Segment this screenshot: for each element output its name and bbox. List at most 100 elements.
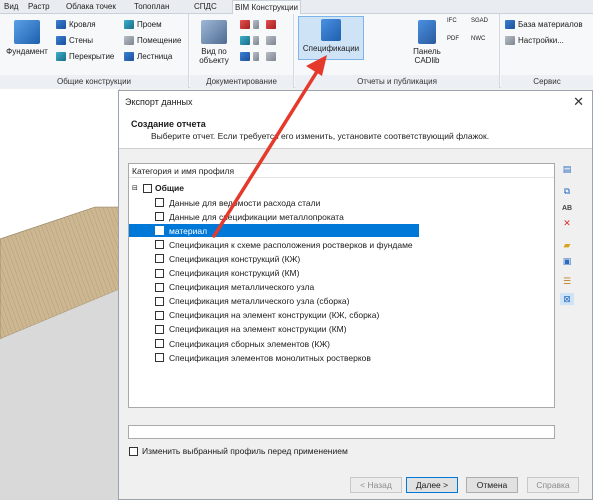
tab-raster[interactable]: Растр	[26, 0, 52, 14]
opening-button[interactable]: Проем	[124, 20, 162, 29]
item-checkbox[interactable]	[155, 324, 164, 334]
item-checkbox[interactable]	[155, 296, 164, 306]
column-header: Категория и имя профиля	[129, 164, 554, 178]
tab-view[interactable]: Вид	[2, 0, 20, 14]
edit-profile-option[interactable]: Изменить выбранный профиль перед примене…	[129, 446, 348, 456]
save-icon[interactable]: ▣	[560, 255, 574, 267]
stair-icon	[124, 52, 134, 61]
dialog-header-title: Создание отчета	[131, 119, 206, 129]
cancel-button[interactable]: Отмена	[466, 477, 518, 493]
item-checkbox[interactable]	[155, 226, 164, 236]
back-button[interactable]: < Назад	[350, 477, 402, 493]
settings-button[interactable]: Настройки...	[505, 36, 564, 45]
group-label-documentation: Документирование	[190, 75, 293, 88]
root-checkbox[interactable]	[143, 183, 152, 193]
tree-root-general[interactable]: ⊟ Общие	[132, 182, 184, 194]
tree-item[interactable]: Спецификация конструкций (КЖ)	[129, 252, 419, 265]
item-checkbox[interactable]	[155, 310, 164, 320]
dialog-title: Экспорт данных	[125, 97, 193, 107]
doc-tool-3[interactable]	[240, 52, 259, 61]
walls-button[interactable]: Стены	[56, 36, 93, 45]
specifications-button[interactable]: Спецификации	[298, 16, 364, 60]
leader-icon	[266, 20, 276, 29]
export-pdf-button[interactable]: PDF	[447, 36, 459, 42]
cadlib-panel-button[interactable]: Панель CADlib	[407, 20, 447, 65]
doc-tool-2[interactable]	[240, 36, 259, 45]
tab-bim-constructions[interactable]: BIM Конструкции	[232, 0, 302, 15]
export-nwc-button[interactable]: NWC	[471, 36, 485, 42]
ribbon-tab-bar: Вид Растр Облака точек Топоплан СПДС BIM…	[0, 0, 593, 15]
item-checkbox[interactable]	[155, 212, 164, 222]
help-button[interactable]: Справка	[527, 477, 579, 493]
export-sgad-button[interactable]: SGAD	[471, 18, 488, 24]
profile-description-field[interactable]	[128, 425, 555, 439]
item-checkbox[interactable]	[155, 353, 164, 363]
slabs-button[interactable]: Перекрытие	[56, 52, 114, 61]
item-checkbox[interactable]	[155, 339, 164, 348]
item-label: Спецификация конструкций (КЖ)	[169, 253, 301, 264]
room-button[interactable]: Помещение	[124, 36, 181, 45]
export-ifc-button[interactable]: IFC	[447, 18, 457, 24]
foundation-button[interactable]: Фундамент	[4, 20, 50, 56]
open-folder-icon[interactable]: ▰	[560, 239, 574, 251]
item-checkbox[interactable]	[155, 282, 164, 292]
materials-base-button[interactable]: База материалов	[505, 20, 583, 29]
stair-button[interactable]: Лестница	[124, 52, 172, 61]
item-label: Данные для спецификации металлопроката	[169, 211, 344, 222]
item-checkbox[interactable]	[155, 268, 164, 278]
model-viewport[interactable]	[0, 89, 121, 500]
tree-item[interactable]: материал	[129, 224, 419, 238]
item-checkbox[interactable]	[155, 254, 164, 264]
export-profile-icon[interactable]: ⊠	[560, 293, 574, 305]
next-button[interactable]: Далее >	[406, 477, 458, 493]
doc-tool-5[interactable]	[266, 36, 276, 45]
tab-topoplan[interactable]: Топоплан	[132, 0, 171, 14]
specifications-icon	[321, 19, 341, 41]
dropdown-icon	[253, 36, 259, 45]
tree-item[interactable]: Спецификация металлического узла	[129, 281, 419, 294]
item-label: Спецификация металлического узла	[169, 282, 315, 293]
item-label: Спецификация сборных элементов (КЖ)	[169, 338, 330, 349]
dialog-header: Создание отчета Выберите отчет. Если тре…	[119, 113, 592, 149]
tab-point-clouds[interactable]: Облака точек	[64, 0, 118, 14]
group-label-service: Сервис	[501, 75, 593, 88]
item-label: Данные для ведомости расхода стали	[169, 197, 321, 208]
note-icon	[266, 52, 276, 61]
delete-icon[interactable]: ✕	[560, 217, 574, 229]
item-label: Спецификация на элемент конструкции (КЖ,…	[169, 310, 380, 321]
tree-item[interactable]: Данные для ведомости расхода стали	[129, 196, 419, 209]
dropdown-icon	[253, 52, 259, 61]
rename-icon[interactable]: AB	[560, 203, 574, 215]
tree-item[interactable]: Спецификация на элемент конструкции (КМ)	[129, 323, 419, 336]
edit-profile-checkbox[interactable]	[129, 446, 138, 456]
tree-item[interactable]: Спецификация металлического узла (сборка…	[129, 295, 419, 308]
roof-button[interactable]: Кровля	[56, 20, 96, 29]
tab-spds[interactable]: СПДС	[192, 0, 219, 14]
profile-tree[interactable]: Категория и имя профиля ⊟ Общие Данные д…	[128, 163, 555, 408]
item-checkbox[interactable]	[155, 240, 164, 250]
item-label: материал	[169, 225, 208, 236]
tree-item[interactable]: Спецификация элементов монолитных ростве…	[129, 351, 419, 364]
tree-item[interactable]: Спецификация к схеме расположения ростве…	[129, 238, 419, 251]
doc-tool-6[interactable]	[266, 52, 276, 61]
item-checkbox[interactable]	[155, 198, 164, 207]
doc-tool-4[interactable]	[266, 20, 276, 29]
table-icon	[266, 36, 276, 45]
group-reports: Спецификации Панель CADlib IFC PDF SGAD …	[295, 14, 500, 88]
new-profile-icon[interactable]: ▤	[560, 163, 574, 175]
doc-tool-1[interactable]	[240, 20, 259, 29]
tree-item[interactable]: Спецификация сборных элементов (КЖ)	[129, 337, 419, 350]
tree-item[interactable]: Спецификация на элемент конструкции (КЖ,…	[129, 309, 419, 322]
view-by-object-button[interactable]: Вид по объекту	[194, 20, 234, 65]
dialog-titlebar: Экспорт данных ✕	[119, 91, 592, 113]
tree-item[interactable]: Спецификация конструкций (КМ)	[129, 267, 419, 280]
building-model	[0, 206, 121, 500]
collapse-icon[interactable]: ⊟	[132, 184, 140, 192]
properties-icon[interactable]: ☰	[560, 275, 574, 287]
tree-item[interactable]: Данные для спецификации металлопроката	[129, 210, 419, 223]
mark-icon	[240, 52, 250, 61]
view-by-object-icon	[201, 20, 227, 44]
dialog-header-subtitle: Выберите отчет. Если требуется его измен…	[151, 131, 490, 141]
close-icon[interactable]: ✕	[573, 94, 584, 110]
copy-profile-icon[interactable]: ⧉	[560, 185, 574, 197]
